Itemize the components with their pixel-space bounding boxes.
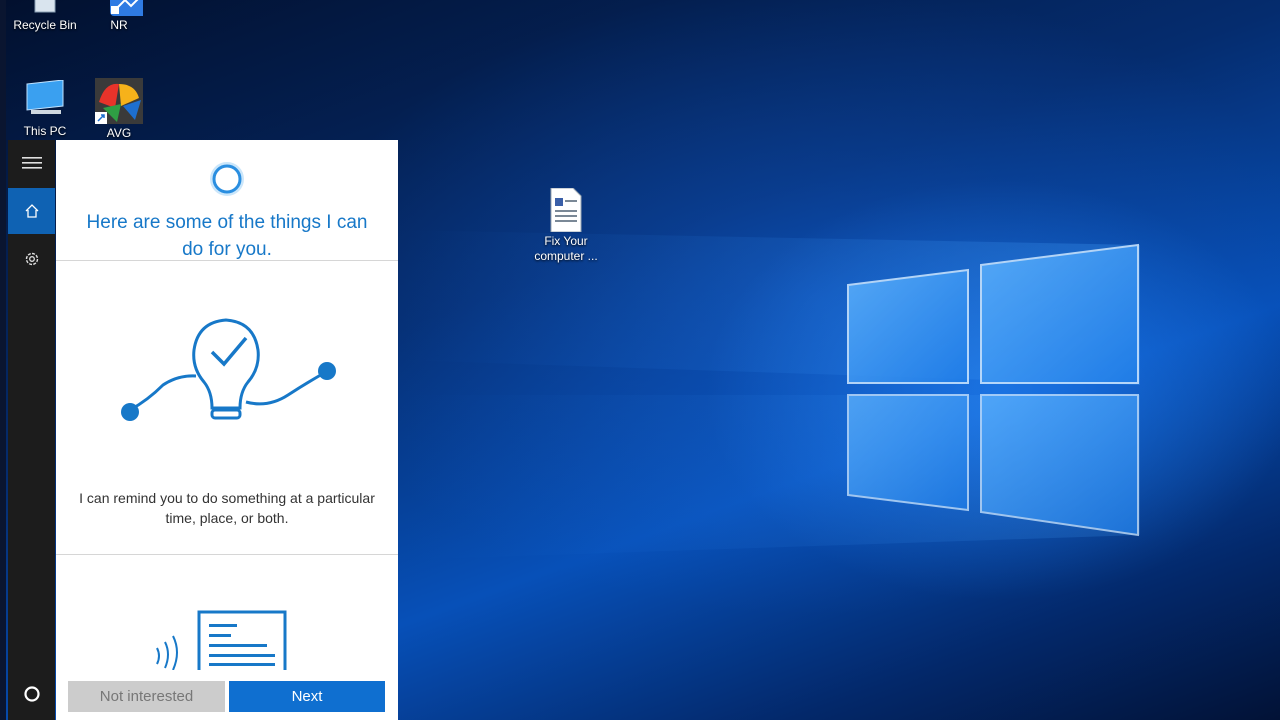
monitor-icon (26, 80, 64, 114)
divider (56, 554, 398, 555)
hamburger-menu-button[interactable] (8, 140, 55, 186)
icon-label: This PC (23, 124, 67, 138)
cortana-footer: Not interested Next (56, 670, 398, 720)
recycle-bin-icon (34, 0, 56, 13)
settings-button[interactable] (8, 236, 55, 282)
cortana-logo-icon (210, 162, 244, 196)
document-reminder-illustration (156, 610, 287, 670)
cortana-button[interactable] (8, 671, 55, 717)
next-button[interactable]: Next (229, 681, 385, 712)
home-button[interactable] (8, 188, 55, 234)
cortana-title: Here are some of the things I can do for… (86, 212, 368, 260)
avg-antivirus-icon (95, 78, 143, 124)
icon-label: Fix Your computer ... (534, 234, 598, 263)
lightbulb-reminder-illustration (121, 318, 336, 421)
icon-label: Recycle Bin (13, 18, 77, 32)
divider (56, 260, 398, 261)
home-icon (25, 204, 38, 218)
cortana-sidebar (8, 140, 55, 720)
cortana-panel: Here are some of the things I can do for… (56, 140, 398, 720)
nr-shortcut[interactable]: NR (79, 0, 159, 33)
nr-app-icon (110, 0, 143, 16)
icon-label: NR (110, 18, 128, 32)
reminder-description: I can remind you to do something at a pa… (79, 490, 375, 526)
icon-label: AVG (106, 126, 132, 140)
cortana-header: Here are some of the things I can do for… (56, 140, 398, 263)
document-icon (550, 188, 582, 232)
this-pc-shortcut[interactable]: This PC (5, 80, 85, 139)
gear-icon (25, 252, 38, 266)
cortana-circle-icon (23, 686, 40, 702)
not-interested-button[interactable]: Not interested (68, 681, 225, 712)
hamburger-menu-icon (21, 157, 42, 169)
recycle-bin-shortcut[interactable]: Recycle Bin (5, 0, 85, 33)
avg-shortcut[interactable]: AVG (79, 78, 159, 141)
fix-your-computer-shortcut[interactable]: Fix Your computer ... (526, 188, 606, 264)
